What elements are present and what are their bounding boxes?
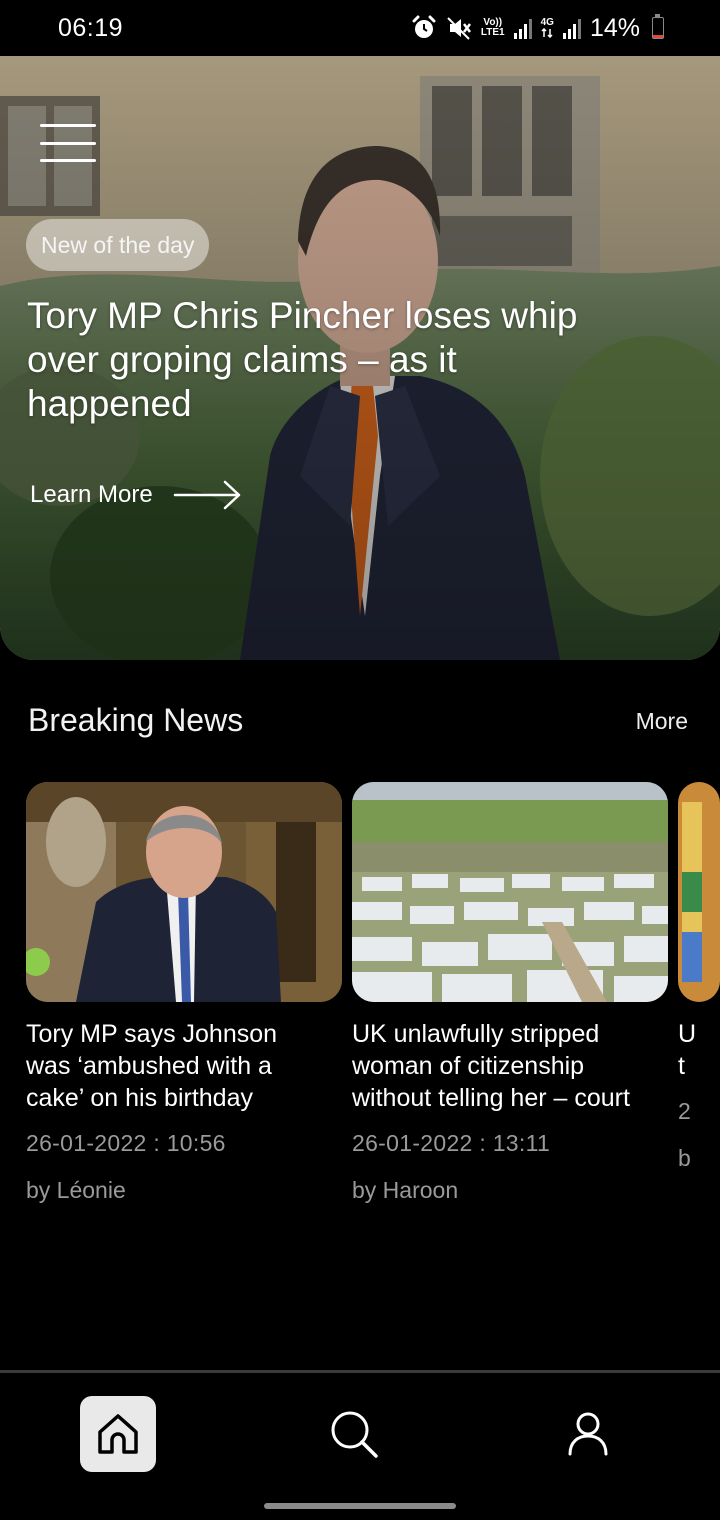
news-card-title: UK unlawfully stripped woman of citizens…: [352, 1020, 630, 1112]
news-card-author: by Léonie: [26, 1177, 126, 1203]
status-time: 06:19: [58, 14, 124, 42]
arrow-right-icon: [173, 480, 240, 510]
news-card-date: 26-01-2022 : 13:11: [352, 1130, 551, 1156]
mute-icon: [446, 15, 472, 41]
volte-indicator: Vo)) LTE1: [481, 18, 505, 38]
battery-icon: [652, 14, 664, 39]
menu-button[interactable]: [40, 124, 96, 162]
menu-line: [40, 159, 96, 162]
menu-line: [40, 124, 96, 127]
gesture-bar[interactable]: [264, 1503, 456, 1509]
featured-article[interactable]: New of the day Tory MP Chris Pincher los…: [0, 56, 720, 660]
news-card-image: [352, 782, 668, 1002]
news-card[interactable]: UK unlawfully stripped woman of citizens…: [352, 782, 668, 1204]
news-card-image: [26, 782, 342, 1002]
home-icon: [98, 1414, 138, 1454]
alarm-icon: [411, 15, 437, 41]
profile-icon: [568, 1412, 608, 1456]
news-card-title: Tory MP says Johnson was ‘ambushed with …: [26, 1020, 278, 1112]
learn-more-label: Learn More: [30, 481, 153, 508]
news-of-the-day-badge: New of the day: [26, 219, 210, 271]
volte-label-bottom: LTE1: [480, 27, 505, 38]
search-icon: [331, 1411, 378, 1458]
learn-more-button[interactable]: Learn More: [30, 478, 243, 512]
news-card-image: [678, 782, 720, 1002]
network-label: 4G: [540, 17, 554, 28]
nav-home-button[interactable]: [80, 1396, 156, 1472]
signal-icon-2: [562, 17, 581, 39]
network-indicator: 4G: [541, 18, 554, 38]
status-bar: 06:19 Vo)) LTE1 4G 14%: [0, 0, 720, 56]
signal-icon: [513, 17, 532, 39]
news-card[interactable]: U t 2 b: [678, 782, 720, 1172]
breaking-news-heading: Breaking News: [28, 702, 244, 738]
news-card-date: 2: [678, 1098, 692, 1124]
bottom-navigation: [0, 1373, 720, 1520]
battery-percent: 14%: [589, 13, 640, 42]
status-icons: Vo)) LTE1 4G 14%: [411, 12, 664, 44]
data-arrows-icon: [541, 28, 553, 38]
nav-search-button[interactable]: [316, 1396, 392, 1472]
news-card-author: by Haroon: [352, 1177, 459, 1203]
more-button[interactable]: More: [636, 708, 688, 735]
news-card-date: 26-01-2022 : 10:56: [26, 1130, 226, 1156]
featured-article-title[interactable]: Tory MP Chris Pincher loses whip over gr…: [27, 294, 587, 426]
news-card-title: U t: [678, 1020, 697, 1080]
news-card-author: b: [678, 1145, 691, 1171]
nav-profile-button[interactable]: [550, 1396, 626, 1472]
news-card[interactable]: Tory MP says Johnson was ‘ambushed with …: [26, 782, 342, 1204]
menu-line: [40, 141, 96, 145]
